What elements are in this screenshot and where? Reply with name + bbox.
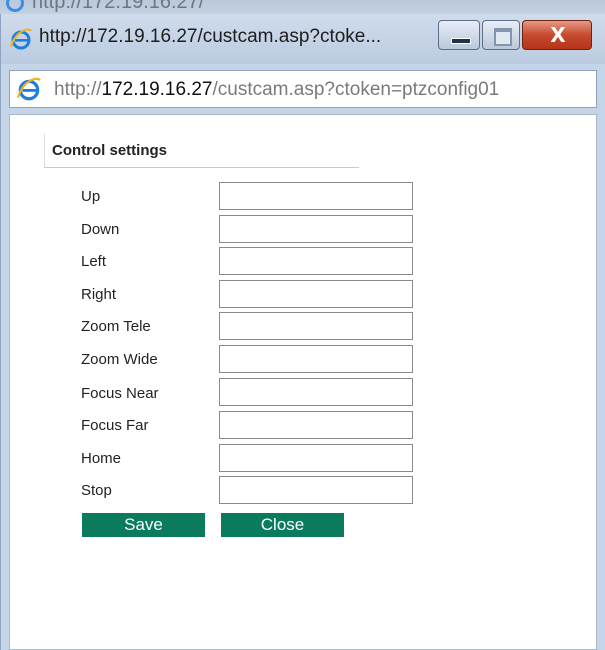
close-window-button[interactable]: X [522,20,592,50]
label-focus-near: Focus Near [81,385,159,402]
right-input[interactable] [219,280,413,308]
down-input[interactable] [219,215,413,243]
screen: http://172.19.16.27/ http://172.19.16.27… [0,0,605,650]
zoom-wide-input[interactable] [219,345,413,373]
minimize-icon [451,38,471,44]
zoom-tele-input[interactable] [219,312,413,340]
label-zoom-tele: Zoom Tele [81,318,151,335]
close-icon: X [550,23,566,47]
section-divider [44,167,359,168]
parent-window-address: http://172.19.16.27/ [32,0,205,13]
ie-logo-icon [17,77,41,101]
up-input[interactable] [219,182,413,210]
address-host: 172.19.16.27 [101,79,213,100]
address-url: http://172.19.16.27/custcam.asp?ctoken=p… [54,79,499,101]
address-scheme: http:// [54,79,102,100]
ie-icon [6,0,24,12]
ie-logo-icon [10,28,32,50]
window-title: http://172.19.16.27/custcam.asp?ctoke... [39,26,382,47]
label-left: Left [81,253,107,270]
maximize-button[interactable] [482,20,520,50]
left-input[interactable] [219,247,413,275]
section-divider-left [44,134,45,168]
label-right: Right [81,286,117,303]
label-down: Down [81,221,120,238]
label-home: Home [81,450,122,467]
save-button[interactable]: Save [82,513,205,537]
label-zoom-wide: Zoom Wide [81,351,158,368]
label-stop: Stop [81,482,112,499]
label-focus-far: Focus Far [81,417,149,434]
label-up: Up [81,188,101,205]
address-path: /custcam.asp?ctoken=ptzconfig01 [212,79,500,100]
close-button[interactable]: Close [221,513,344,537]
focus-far-input[interactable] [219,411,413,439]
minimize-button[interactable] [438,20,480,50]
stop-input[interactable] [219,476,413,504]
home-input[interactable] [219,444,413,472]
maximize-icon [494,28,512,46]
focus-near-input[interactable] [219,378,413,406]
section-title: Control settings [52,142,167,159]
title-bar[interactable]: http://172.19.16.27/custcam.asp?ctoke...… [1,14,605,64]
address-bar[interactable]: http://172.19.16.27/custcam.asp?ctoken=p… [9,70,597,108]
